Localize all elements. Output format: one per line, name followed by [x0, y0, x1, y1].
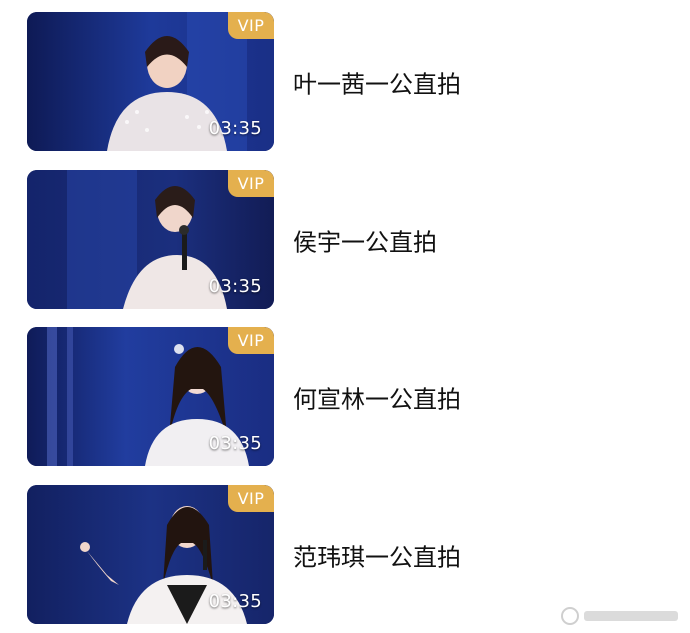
video-title[interactable]: 范玮琪一公直拍 [293, 538, 461, 573]
video-title[interactable]: 侯宇一公直拍 [293, 223, 437, 258]
vip-badge: VIP [228, 170, 274, 197]
video-thumbnail[interactable]: VIP 03:35 [27, 485, 274, 624]
video-thumbnail[interactable]: VIP 03:35 [27, 327, 274, 466]
video-title[interactable]: 叶一茜一公直拍 [293, 65, 461, 100]
video-duration: 03:35 [208, 591, 262, 612]
video-item[interactable]: VIP 03:35 叶一茜一公直拍 [0, 12, 690, 152]
vip-badge: VIP [228, 12, 274, 39]
video-duration: 03:35 [208, 118, 262, 139]
video-item[interactable]: VIP 03:35 侯宇一公直拍 [0, 170, 690, 310]
watermark-logo [561, 607, 678, 625]
video-title[interactable]: 何宣林一公直拍 [293, 380, 461, 415]
video-item[interactable]: VIP 03:35 范玮琪一公直拍 [0, 485, 690, 625]
video-list: VIP 03:35 叶一茜一公直拍 VIP 03:35 侯宇一公直拍 VIP 0… [0, 0, 690, 633]
video-thumbnail[interactable]: VIP 03:35 [27, 170, 274, 309]
vip-badge: VIP [228, 327, 274, 354]
video-thumbnail[interactable]: VIP 03:35 [27, 12, 274, 151]
video-item[interactable]: VIP 03:35 何宣林一公直拍 [0, 327, 690, 467]
video-duration: 03:35 [208, 276, 262, 297]
vip-badge: VIP [228, 485, 274, 512]
video-duration: 03:35 [208, 433, 262, 454]
